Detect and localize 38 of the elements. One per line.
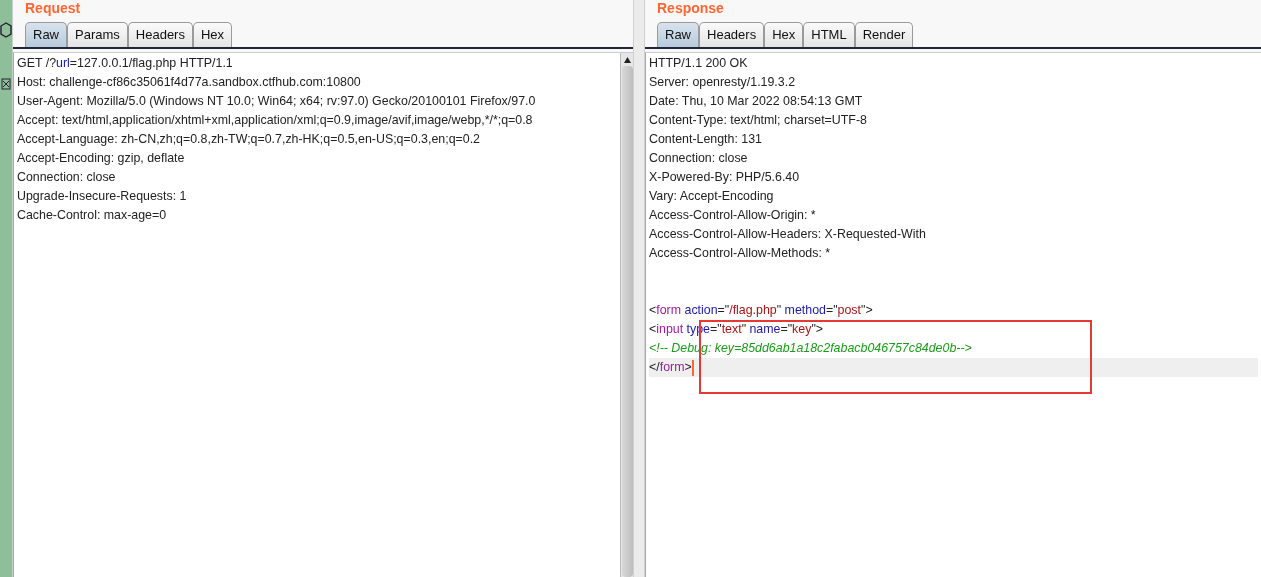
code-line: X-Powered-By: PHP/5.6.40 <box>649 170 800 184</box>
tab[interactable]: Params <box>67 22 128 47</box>
panel-title: Request <box>25 0 81 16</box>
scroll-up-icon[interactable] <box>622 56 632 64</box>
code-line: GET /?url=127.0.0.1/flag.php HTTP/1.1 <box>17 56 233 70</box>
code-line: <form action="/flag.php" method="post"> <box>649 303 873 317</box>
code-line: User-Agent: Mozilla/5.0 (Windows NT 10.0; Win64; x64; rv:97.0) Gecko/20100101 Firefox/97.0 <box>17 94 536 108</box>
code-line: Upgrade-Insecure-Requests: 1 <box>17 189 187 203</box>
code-line: Cache-Control: max-age=0 <box>17 208 167 222</box>
code-line: Connection: close <box>649 151 748 165</box>
code-line: Access-Control-Allow-Origin: * <box>649 208 816 222</box>
code-line: Accept-Language: zh-CN,zh;q=0.8,zh-TW;q=0.7,zh-HK;q=0.5,en-US;q=0.3,en;q=0.2 <box>17 132 480 146</box>
code-line: Access-Control-Allow-Headers: X-Requested-With <box>649 227 926 241</box>
code-line: Server: openresty/1.19.3.2 <box>649 75 796 89</box>
code-line: HTTP/1.1 200 OK <box>649 56 748 70</box>
text-cursor <box>691 359 694 376</box>
panel-title: Response <box>657 0 724 16</box>
code-line: Connection: close <box>17 170 116 184</box>
code-line: Date: Thu, 10 Mar 2022 08:54:13 GMT <box>649 94 863 108</box>
tab[interactable]: Headers <box>699 22 765 47</box>
tab[interactable]: Headers <box>127 22 193 47</box>
tab[interactable]: HTML <box>803 22 855 47</box>
tab[interactable]: Hex <box>192 22 233 47</box>
tab[interactable]: Raw <box>657 22 699 47</box>
code-line: Accept-Encoding: gzip, deflate <box>17 151 185 165</box>
code-line: Content-Type: text/html; charset=UTF-8 <box>649 113 867 127</box>
code-line: Access-Control-Allow-Methods: * <box>649 246 831 260</box>
code-line: Vary: Accept-Encoding <box>649 189 774 203</box>
code-line: Content-Length: 131 <box>649 132 762 146</box>
scrollbar[interactable] <box>620 53 633 577</box>
tab[interactable]: Raw <box>25 22 67 47</box>
grid-icon <box>1 78 11 90</box>
tab[interactable]: Hex <box>764 22 804 47</box>
hexagon-icon <box>0 22 12 38</box>
code-line: Accept: text/html,application/xhtml+xml,application/xml;q=0.9,image/avif,image/webp,*/*;q=0.8 <box>17 113 533 127</box>
tab[interactable]: Render <box>854 22 914 47</box>
code-line: Host: challenge-cf86c35061f4d77a.sandbox.ctfhub.com:10800 <box>17 75 361 89</box>
code-line: </form> <box>649 360 692 374</box>
